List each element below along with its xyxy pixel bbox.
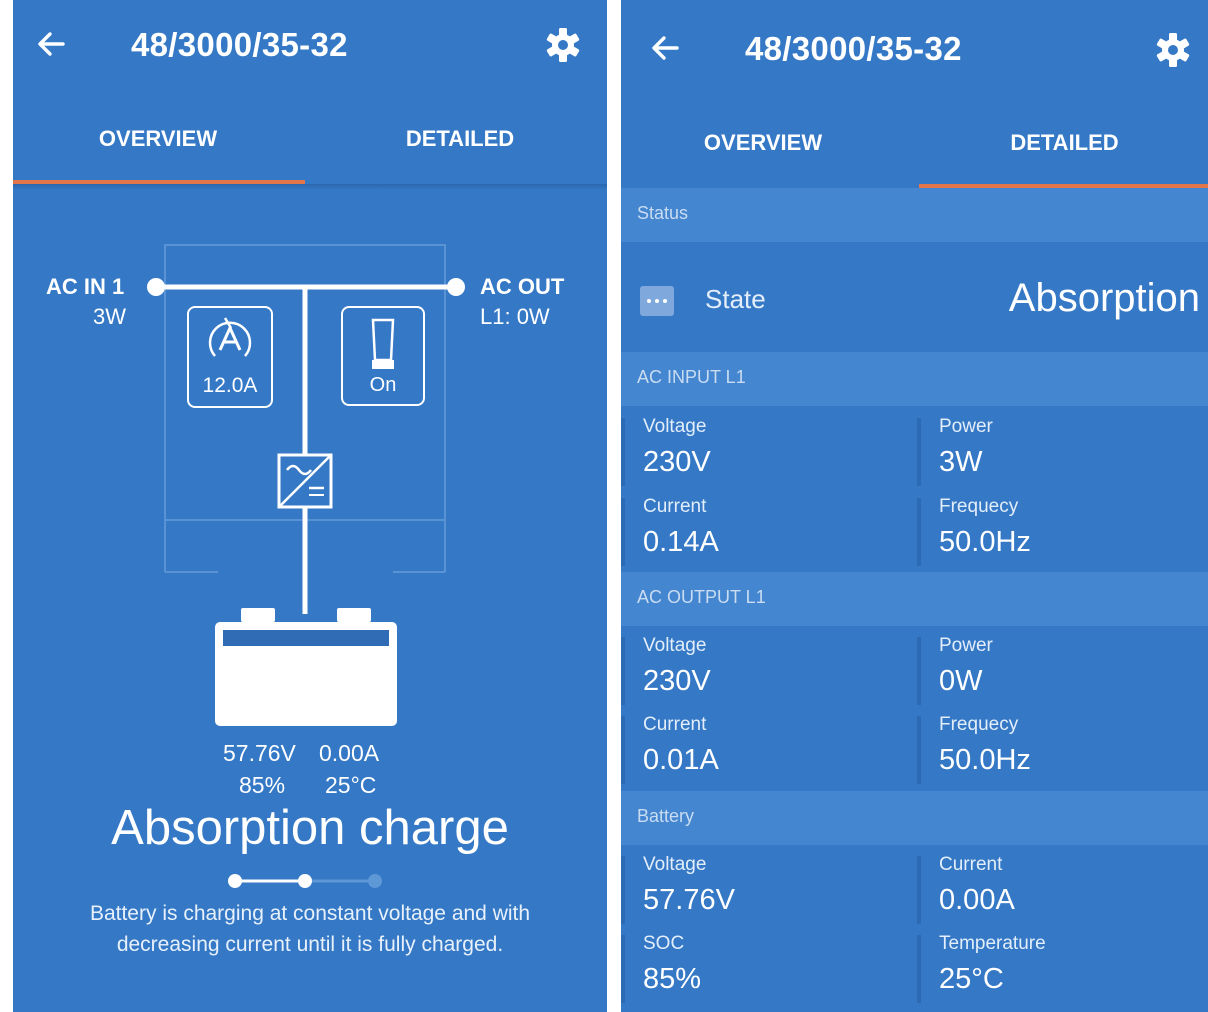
ac-in-power: 3W (93, 304, 126, 329)
tab-overview[interactable]: OVERVIEW (621, 130, 905, 156)
switch-value: On (369, 374, 397, 396)
battery-current: 0.00A (319, 740, 380, 766)
charge-state-description-line-2: decreasing current until it is fully cha… (116, 933, 504, 956)
charge-stage-indicator (228, 874, 382, 888)
switch-button[interactable]: On (341, 306, 425, 406)
tab-overview[interactable]: OVERVIEW (13, 126, 303, 152)
ac-out-node (447, 278, 465, 296)
current-limit-icon (208, 317, 252, 357)
section-status-header: Status (621, 188, 1208, 242)
charge-state-description-line-1: Battery is charging at constant voltage … (89, 902, 531, 925)
overview-screen: 48/3000/35-32 OVERVIEW DETAILED AC IN 1 … (13, 0, 607, 1012)
stage-dot-2 (298, 874, 312, 888)
ac-out-label: AC OUT (480, 274, 565, 299)
battery-soc: 85% (239, 772, 286, 798)
charge-state-title: Absorption charge (111, 801, 509, 855)
back-arrow-icon[interactable] (33, 26, 69, 62)
stage-dot-3 (368, 874, 382, 888)
ac-out-power: L1: 0W (480, 304, 550, 329)
settings-gear-icon[interactable] (543, 25, 583, 65)
current-limit-value: 12.0A (202, 374, 258, 397)
tab-detailed[interactable]: DETAILED (921, 130, 1208, 156)
current-limit-button[interactable]: 12.0A (187, 306, 273, 408)
section-ac-input-header: AC INPUT L1 (621, 352, 1208, 406)
battery-icon (215, 608, 397, 726)
system-diagram (147, 244, 465, 614)
switch-icon (371, 318, 395, 369)
state-value: Absorption (1008, 276, 1200, 320)
more-options-icon[interactable] (640, 286, 674, 316)
device-title: 48/3000/35-32 (745, 30, 962, 67)
state-label: State (705, 284, 766, 314)
battery-voltage: 57.76V (223, 740, 296, 766)
ac-in-node (147, 278, 165, 296)
tab-detailed[interactable]: DETAILED (313, 126, 607, 152)
stage-dot-1 (228, 874, 242, 888)
status-state-row[interactable]: State Absorption (621, 242, 1208, 352)
settings-gear-icon[interactable] (1153, 30, 1193, 70)
section-battery-header: Battery (621, 791, 1208, 845)
device-title: 48/3000/35-32 (131, 26, 348, 63)
back-arrow-icon[interactable] (647, 30, 683, 66)
detailed-screen: 48/3000/35-32 OVERVIEW DETAILED Status S… (621, 0, 1208, 1012)
ac-in-label: AC IN 1 (46, 274, 125, 299)
battery-temperature: 25°C (325, 772, 377, 798)
section-ac-output-header: AC OUTPUT L1 (621, 572, 1208, 626)
app-bar: 48/3000/35-32 (13, 0, 607, 96)
app-bar: 48/3000/35-32 (621, 0, 1208, 96)
